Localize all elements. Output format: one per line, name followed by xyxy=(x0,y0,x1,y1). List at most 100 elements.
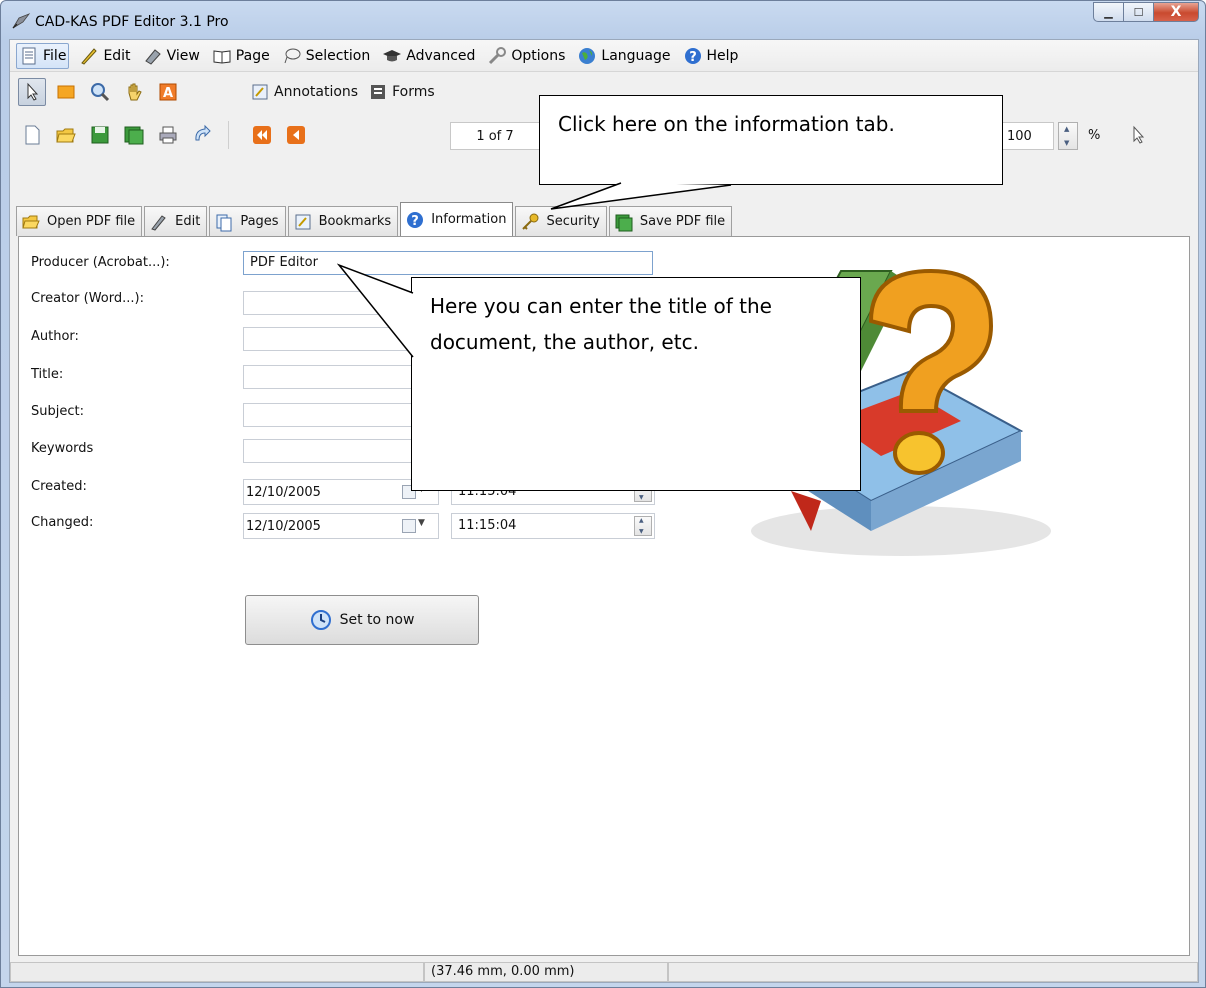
previous-page-icon xyxy=(287,126,305,144)
forms-button[interactable]: Forms xyxy=(368,82,435,102)
zoom-unit: % xyxy=(1088,128,1101,143)
close-button[interactable]: X xyxy=(1153,2,1199,22)
open-folder-icon xyxy=(56,128,76,143)
tab-edit-label: Edit xyxy=(175,214,201,229)
globe-icon xyxy=(577,46,597,66)
forms-label: Forms xyxy=(392,84,435,100)
save-icon xyxy=(91,126,109,144)
created-label: Created: xyxy=(31,479,87,494)
menu-help-label: Help xyxy=(706,47,739,64)
menu-edit[interactable]: Edit xyxy=(77,44,132,68)
changed-date-picker[interactable]: 12/10/2005 ▼ xyxy=(243,513,439,539)
cursor-icon[interactable] xyxy=(1128,124,1150,150)
tab-open-pdf-file[interactable]: Open PDF file xyxy=(16,206,143,236)
menu-file[interactable]: File xyxy=(16,42,70,69)
menu-selection-label: Selection xyxy=(305,47,371,64)
tab-security-label: Security xyxy=(546,214,600,229)
save-all-icon xyxy=(124,126,144,145)
undo-icon xyxy=(195,124,211,141)
svg-text:?: ? xyxy=(689,50,697,65)
page-indicator[interactable]: 1 of 7 xyxy=(450,122,540,150)
status-segment-left xyxy=(10,962,424,982)
pages-icon xyxy=(216,214,232,231)
forms-icon xyxy=(368,82,388,102)
menu-view[interactable]: View xyxy=(141,44,202,68)
changed-time-spinner[interactable] xyxy=(634,516,652,536)
callout-form-hint-line1: Here you can enter the title of the xyxy=(430,294,772,318)
tab-bookmarks[interactable]: Bookmarks xyxy=(287,206,399,236)
callout-form-hint-line2: document, the author, etc. xyxy=(430,330,699,354)
title-label: Title: xyxy=(31,367,64,382)
graduation-cap-icon xyxy=(382,46,402,66)
status-coordinates: (37.46 mm, 0.00 mm) xyxy=(424,962,668,982)
first-page-button[interactable] xyxy=(248,121,276,149)
calendar-icon[interactable] xyxy=(402,519,416,533)
callout-tail-information xyxy=(550,182,732,210)
producer-label: Producer (Acrobat...): xyxy=(31,255,170,270)
chevron-down-icon[interactable]: ▼ xyxy=(418,518,425,528)
hand-icon xyxy=(128,83,142,101)
minimize-button[interactable]: ▁ xyxy=(1093,2,1123,22)
status-segment-right xyxy=(668,962,1198,982)
maximize-button[interactable]: ☐ xyxy=(1123,2,1153,22)
subject-label: Subject: xyxy=(31,404,84,419)
menu-view-label: View xyxy=(166,47,200,64)
producer-field[interactable]: PDF Editor xyxy=(243,251,653,275)
set-to-now-label: Set to now xyxy=(339,612,415,628)
status-bar: (37.46 mm, 0.00 mm) xyxy=(10,962,1198,982)
changed-time-field[interactable]: 11:15:04 xyxy=(451,513,655,539)
menu-help[interactable]: ? Help xyxy=(681,44,741,68)
rectangle-select-button[interactable] xyxy=(52,78,80,106)
menu-advanced-label: Advanced xyxy=(406,47,476,64)
menu-options[interactable]: Options xyxy=(485,44,567,68)
close-icon: X xyxy=(1170,4,1182,20)
tab-edit[interactable]: Edit xyxy=(144,206,208,236)
bookmark-icon xyxy=(295,214,311,229)
pointer-tool-button[interactable] xyxy=(18,78,46,106)
menu-selection[interactable]: Selection xyxy=(280,44,373,68)
zoom-input[interactable]: 100 xyxy=(1002,122,1054,150)
tab-information-label: Information xyxy=(431,212,507,227)
set-to-now-button[interactable]: Set to now xyxy=(245,595,479,645)
pointer-icon xyxy=(27,82,39,101)
view-icon xyxy=(143,46,163,66)
print-button[interactable] xyxy=(154,121,182,149)
wrench-icon xyxy=(487,46,507,66)
keywords-label: Keywords xyxy=(31,441,94,456)
menu-edit-label: Edit xyxy=(103,47,131,64)
save-all-button[interactable] xyxy=(120,121,148,149)
svg-text:A: A xyxy=(163,86,173,101)
annotations-label: Annotations xyxy=(274,84,359,100)
save-button[interactable] xyxy=(86,121,114,149)
zoom-tool-button[interactable] xyxy=(86,78,114,106)
key-icon xyxy=(522,213,539,230)
changed-date: 12/10/2005 xyxy=(246,519,321,534)
menu-file-label: File xyxy=(43,47,67,64)
text-tool-button[interactable]: A xyxy=(154,78,182,106)
menu-bar: File Edit View Page Selection Advanced O… xyxy=(10,40,1198,72)
tab-save-pdf-file-label: Save PDF file xyxy=(639,214,726,229)
creator-label: Creator (Word...): xyxy=(31,291,144,306)
open-button[interactable] xyxy=(52,121,80,149)
svg-text:?: ? xyxy=(411,214,419,229)
new-document-button[interactable] xyxy=(18,121,46,149)
window-title: CAD-KAS PDF Editor 3.1 Pro xyxy=(35,14,229,30)
menu-page[interactable]: Page xyxy=(210,44,272,68)
menu-language[interactable]: Language xyxy=(575,44,672,68)
previous-page-button[interactable] xyxy=(282,121,310,149)
undo-button[interactable] xyxy=(188,121,216,149)
rectangle-select-icon xyxy=(57,85,75,99)
menu-advanced[interactable]: Advanced xyxy=(380,44,477,68)
save-icon xyxy=(615,214,633,231)
clock-icon xyxy=(310,610,331,630)
callout-form-hint: Here you can enter the title of the docu… xyxy=(411,277,861,491)
zoom-spinner[interactable] xyxy=(1058,122,1078,150)
title-bar[interactable]: CAD-KAS PDF Editor 3.1 Pro ▁ ☐ X xyxy=(1,1,1205,39)
hand-tool-button[interactable] xyxy=(120,78,148,106)
lasso-icon xyxy=(282,46,302,66)
created-date-picker[interactable]: 12/10/2005 ▼ xyxy=(243,479,439,505)
tab-information[interactable]: ? Information xyxy=(400,202,514,236)
tab-pages[interactable]: Pages xyxy=(209,206,286,236)
annotations-button[interactable]: Annotations xyxy=(250,82,358,102)
edit-icon xyxy=(79,46,99,66)
